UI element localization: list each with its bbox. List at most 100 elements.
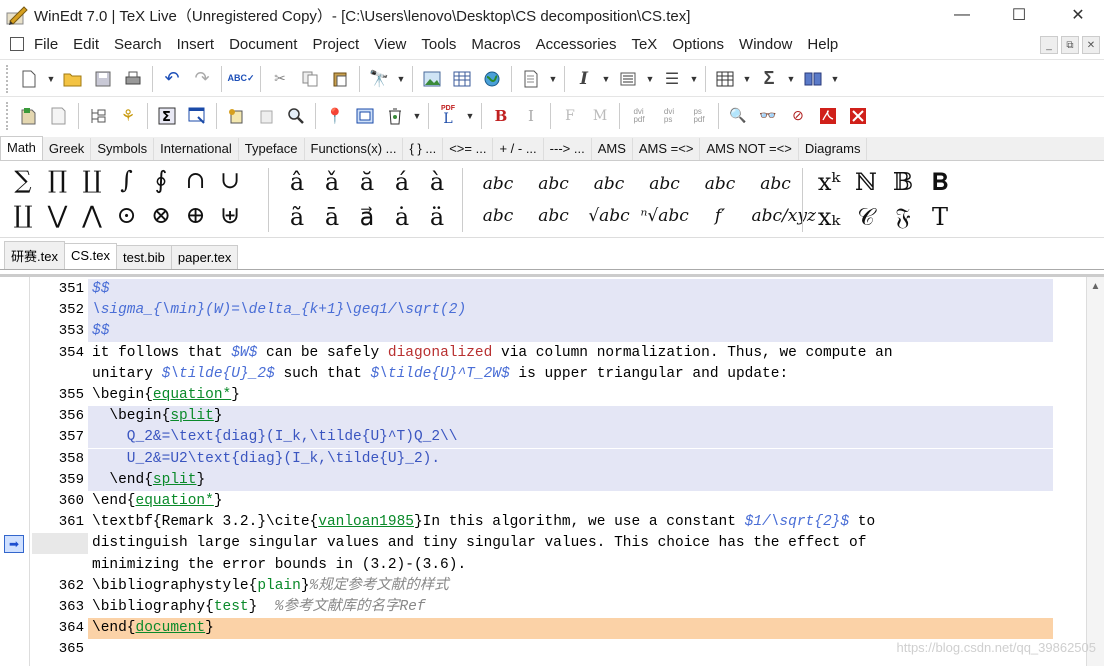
palette-symbol[interactable]: xₖ [812, 203, 846, 231]
palette-symbol[interactable]: ⊗ [144, 201, 178, 229]
mp-icon[interactable]: M [585, 103, 615, 129]
cleanup-dropdown-icon[interactable]: ▼ [410, 103, 424, 129]
menu-window[interactable]: Window [739, 36, 792, 53]
palette-symbol[interactable]: ∪ [213, 166, 247, 194]
winedt-app-icon[interactable] [6, 5, 28, 25]
code-line[interactable]: \begin{equation*} [88, 385, 1078, 406]
mdi-minimize-button[interactable]: _ [1040, 36, 1058, 54]
spellcheck-icon[interactable]: ABC✓ [226, 66, 256, 92]
maximize-button[interactable]: ☐ [995, 0, 1043, 30]
file-tab[interactable]: paper.tex [170, 245, 239, 269]
menu-document[interactable]: Document [229, 36, 297, 53]
code-line[interactable]: $$ [88, 321, 1053, 343]
mf-icon[interactable]: F [555, 103, 585, 129]
code-line[interactable]: \textbf{Remark 3.2.}\cite{vanloan1985}In… [88, 512, 1078, 533]
code-line[interactable]: Q_2&=\text{diag}(I_k,\tilde{U}^T)Q_2\\ [88, 427, 1053, 449]
makeindex-icon[interactable]: I [516, 103, 546, 129]
dvi-ps-icon[interactable]: dvi ps [654, 103, 684, 129]
code-line[interactable]: \end{split} [88, 469, 1053, 491]
palette-symbol[interactable]: f′ [696, 206, 744, 226]
image-icon[interactable] [417, 66, 447, 92]
book-icon[interactable] [798, 66, 828, 92]
tree-icon[interactable] [83, 103, 113, 129]
code-line[interactable]: minimizing the error bounds in (3.2)-(3.… [88, 555, 1078, 576]
palette-symbol[interactable]: abc [641, 174, 689, 194]
find-icon[interactable]: 🔭 [364, 66, 394, 92]
new-dropdown-icon[interactable]: ▼ [44, 66, 58, 92]
palette-tab-10[interactable]: AMS [592, 138, 633, 160]
sigma-icon[interactable]: Σ [754, 66, 784, 92]
palette-symbol[interactable]: abc/xyz [752, 206, 816, 226]
palette-tab-13[interactable]: Diagrams [799, 138, 868, 160]
toolbar-grip[interactable] [6, 64, 10, 93]
code-line[interactable]: \bibliographystyle{plain}%规定参考文献的样式 [88, 576, 1078, 597]
menu-view[interactable]: View [374, 36, 406, 53]
palette-symbol[interactable]: abc [530, 206, 578, 226]
code-line[interactable]: it follows that $W$ can be safely diagon… [88, 343, 1078, 364]
palette-tab-6[interactable]: { } ... [403, 138, 444, 160]
pdf-close-icon[interactable] [843, 103, 873, 129]
palette-symbol[interactable]: ⊙ [110, 201, 144, 229]
pin-icon[interactable]: 📍 [320, 103, 350, 129]
palette-tab-8[interactable]: + / - ... [493, 138, 544, 160]
palette-tab-0[interactable]: Math [0, 136, 43, 160]
file-tab[interactable]: test.bib [115, 245, 172, 269]
file-tab[interactable]: CS.tex [63, 243, 117, 269]
dvi-view-icon[interactable]: 👓 [753, 103, 783, 129]
menu-tex[interactable]: TeX [631, 36, 657, 53]
print-icon[interactable] [118, 66, 148, 92]
frame-icon[interactable] [350, 103, 380, 129]
open-folder-icon[interactable] [58, 66, 88, 92]
palette-symbol[interactable]: â [280, 168, 314, 196]
palette-symbol[interactable]: à [420, 168, 454, 196]
palette-symbol[interactable]: ∑ [6, 166, 40, 194]
find-dropdown-icon[interactable]: ▼ [394, 66, 408, 92]
menu-search[interactable]: Search [114, 36, 162, 53]
bibtex-icon[interactable]: B [486, 103, 516, 129]
code-line[interactable]: \end{document} [88, 618, 1053, 640]
minimize-button[interactable]: — [938, 0, 986, 30]
undo-icon[interactable]: ↶ [157, 66, 187, 92]
tabular-dropdown-icon[interactable]: ▼ [740, 66, 754, 92]
file-tab[interactable]: 研赛.tex [4, 241, 65, 269]
palette-tab-11[interactable]: AMS =<> [633, 138, 701, 160]
palette-symbol[interactable]: √abc [585, 206, 633, 226]
pdflatex-dropdown-icon[interactable]: ▼ [463, 103, 477, 129]
palette-symbol[interactable]: ā [315, 203, 349, 231]
palette-symbol[interactable]: 𝐁 [923, 168, 957, 196]
palette-symbol[interactable]: a⃗ [350, 203, 384, 231]
cleanup-icon[interactable] [380, 103, 410, 129]
palette-symbol[interactable]: xᵏ [812, 168, 846, 196]
acrobat-icon[interactable] [813, 103, 843, 129]
menu-options[interactable]: Options [672, 36, 724, 53]
document-template-icon[interactable] [516, 66, 546, 92]
italic-icon[interactable]: I [569, 66, 599, 92]
code-line[interactable]: distinguish large singular values and ti… [88, 533, 1078, 554]
search-icon[interactable] [281, 103, 311, 129]
book-dropdown-icon[interactable]: ▼ [828, 66, 842, 92]
redo-icon[interactable]: ↷ [187, 66, 217, 92]
code-line[interactable]: \sigma_{\min}(W)=\delta_{k+1}\geq1/\sqrt… [88, 300, 1053, 322]
palette-tab-3[interactable]: International [154, 138, 239, 160]
palette-symbol[interactable]: ℕ [849, 168, 883, 196]
menu-file[interactable]: File [34, 36, 58, 53]
palette-symbol[interactable]: ∫ [110, 166, 144, 194]
dvi-pdf-icon[interactable]: dvi pdf [624, 103, 654, 129]
list-dropdown-icon[interactable]: ▼ [687, 66, 701, 92]
close-window-button[interactable]: ✕ [1054, 0, 1102, 30]
palette-tab-9[interactable]: ---> ... [544, 138, 592, 160]
code-line[interactable]: U_2&=U2\text{diag}(I_k,\tilde{U}_2). [88, 448, 1053, 470]
palette-tab-5[interactable]: Functions(x) ... [305, 138, 404, 160]
palette-tab-1[interactable]: Greek [43, 138, 92, 160]
spell-macro-icon[interactable] [221, 103, 251, 129]
pdflatex-icon[interactable]: PDF L [433, 103, 463, 129]
spell-disabled-icon[interactable] [251, 103, 281, 129]
palette-symbol[interactable]: ǎ [315, 168, 349, 196]
sigma-dropdown-icon[interactable]: ▼ [784, 66, 798, 92]
copy-icon[interactable] [295, 66, 325, 92]
palette-symbol[interactable]: ∏ [41, 166, 75, 194]
palette-symbol[interactable]: ⊎ [213, 201, 247, 229]
palette-symbol[interactable]: abc [585, 174, 633, 194]
code-line[interactable]: \bibliography{test} %参考文献库的名字Ref [88, 597, 1078, 618]
palette-symbol[interactable]: ⋀ [75, 201, 109, 229]
